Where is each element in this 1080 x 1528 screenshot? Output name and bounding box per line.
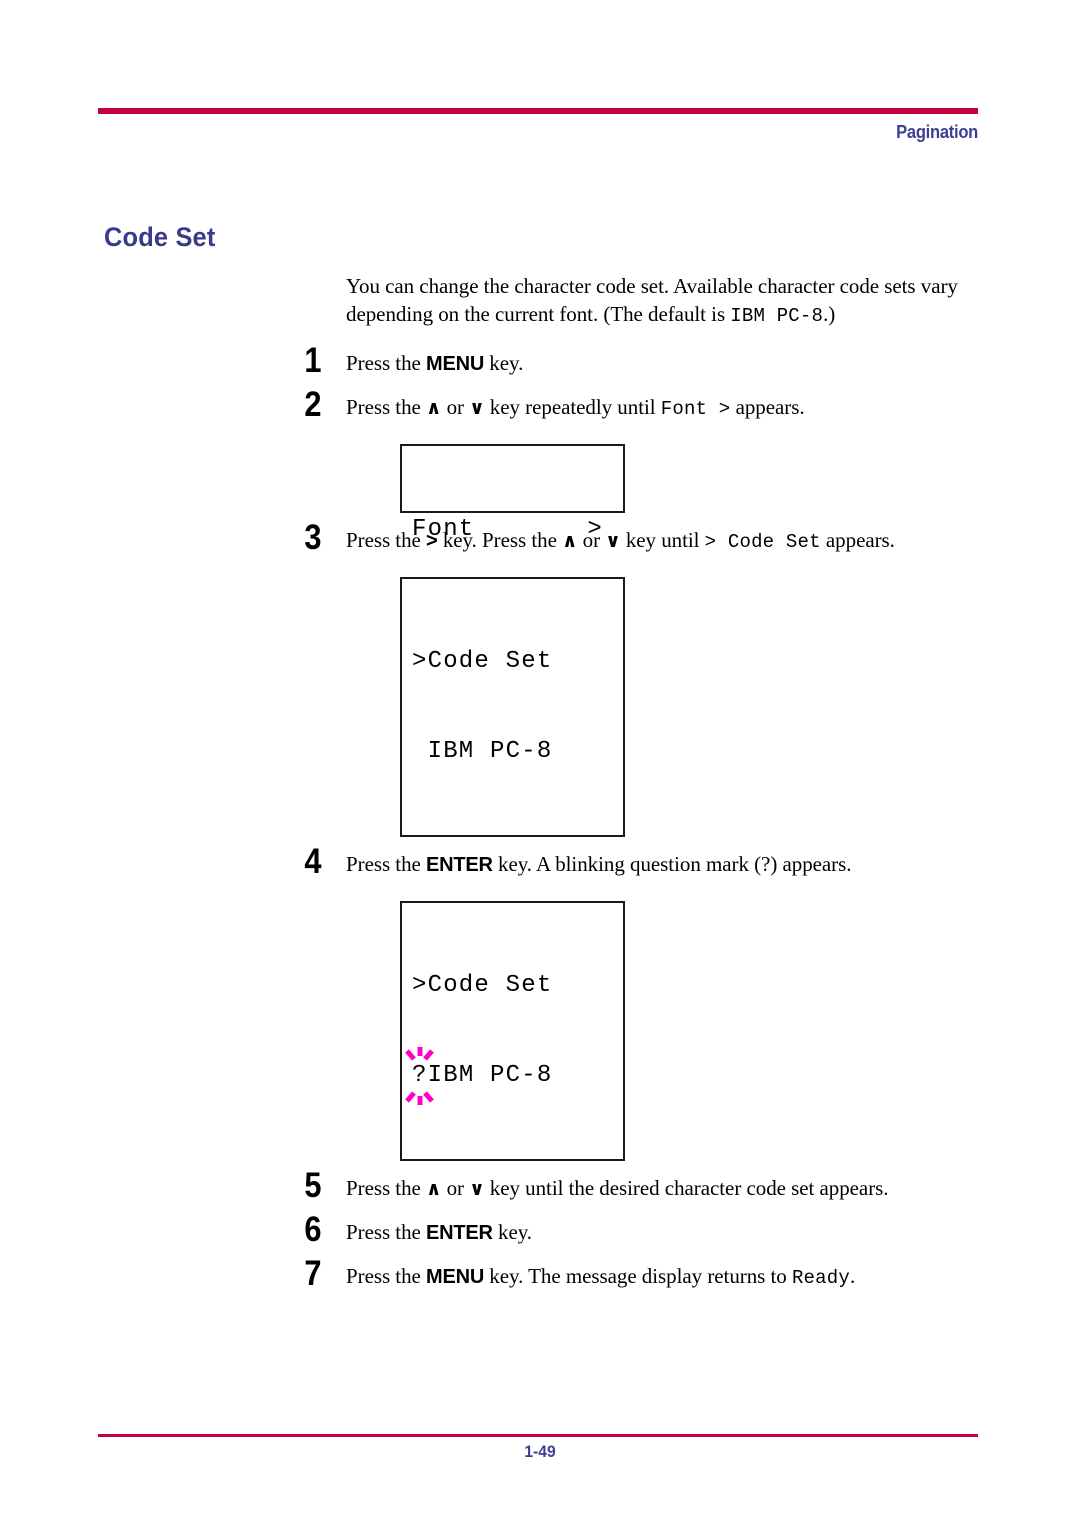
- step-text-run: .: [849, 1264, 856, 1288]
- blinking-question-mark: ?: [405, 1047, 434, 1105]
- key-name: ENTER: [426, 854, 493, 876]
- lcd-line: IBM PC-8: [412, 738, 553, 765]
- step-text-run: appears.: [730, 395, 805, 419]
- step-text-run: or: [441, 1176, 470, 1200]
- arrow-key-icon: ∨: [469, 1178, 485, 1200]
- intro-paragraph: You can change the character code set. A…: [346, 272, 986, 330]
- lcd-panel-code-set: >Code Set IBM PC-8: [400, 577, 625, 837]
- right-key-icon: >: [426, 530, 438, 552]
- step-number: 7: [304, 1254, 322, 1293]
- step-7: 7 Press the MENU key. The message displa…: [304, 1255, 986, 1303]
- step-text-run: Press the: [346, 852, 426, 876]
- lcd-panel-font-menu: Font >: [400, 444, 625, 543]
- step-text-run: key. A blinking question mark (?) appear…: [492, 852, 852, 876]
- display-literal: >: [704, 531, 728, 553]
- step-text-run: Press the: [346, 1264, 426, 1288]
- step-number: 2: [304, 385, 322, 424]
- intro-line-2-after: .): [823, 302, 836, 326]
- lcd-line-rest: IBM PC-8: [427, 1062, 553, 1089]
- step-text-run: appears.: [820, 528, 895, 552]
- step-number: 4: [304, 842, 322, 881]
- step-text-run: key until: [620, 528, 705, 552]
- step-number: 1: [304, 341, 322, 380]
- blink-char-glyph: ?: [412, 1062, 428, 1089]
- intro-line-2-before: depending on the current font. (The defa…: [346, 302, 731, 326]
- step-text-run: Press the: [346, 351, 426, 375]
- step-text-run: key. Press the: [437, 528, 563, 552]
- step-text-run: key. The message display returns to: [484, 1264, 792, 1288]
- step-text: Press the MENU key.: [346, 346, 986, 379]
- step-text: Press the MENU key. The message display …: [346, 1259, 986, 1293]
- step-5: 5 Press the ∧ or ∨ key until the desired…: [304, 1167, 986, 1215]
- arrow-key-icon: ∧: [562, 530, 578, 552]
- display-literal: >: [718, 398, 731, 420]
- running-head: Pagination: [896, 122, 978, 142]
- key-name: MENU: [426, 1266, 485, 1288]
- step-text: Press the ∧ or ∨ key repeatedly until Fo…: [346, 390, 986, 424]
- key-name: MENU: [426, 353, 485, 375]
- page-title: Code Set: [104, 222, 216, 252]
- lcd-line: ? IBM PC-8: [405, 1047, 623, 1105]
- display-literal: Ready: [791, 1267, 850, 1289]
- step-2: 2 Press the ∧ or ∨ key repeatedly until …: [304, 386, 986, 434]
- arrow-key-icon: ∧: [426, 397, 442, 419]
- step-1: 1 Press the MENU key.: [304, 342, 986, 390]
- step-text-run: key repeatedly until: [484, 395, 661, 419]
- step-text: Press the ENTER key. A blinking question…: [346, 847, 986, 880]
- intro-default-codeset: IBM PC-8: [730, 305, 824, 327]
- page-number: 1-49: [524, 1442, 556, 1461]
- step-number: 6: [304, 1210, 322, 1249]
- step-3: 3 Press the > key. Press the ∧ or ∨ key …: [304, 519, 986, 567]
- lcd-line: >Code Set: [412, 972, 553, 999]
- step-text-run: Press the: [346, 528, 426, 552]
- step-text-run: or: [577, 528, 606, 552]
- header-rule: [98, 108, 978, 114]
- footer-rule: [98, 1434, 978, 1437]
- step-text-run: Press the: [346, 395, 426, 419]
- lcd-panel-code-set-blinking: >Code Set ? IBM PC-8: [400, 901, 625, 1161]
- arrow-key-icon: ∧: [426, 1178, 442, 1200]
- step-number: 3: [304, 518, 322, 557]
- lcd-line: >Code Set: [412, 648, 553, 675]
- content-column: You can change the character code set. A…: [304, 272, 986, 1303]
- step-text-run: key.: [484, 351, 524, 375]
- step-text-run: Press the: [346, 1176, 426, 1200]
- step-text-run: or: [441, 395, 470, 419]
- arrow-key-icon: ∨: [469, 397, 485, 419]
- step-text: Press the ∧ or ∨ key until the desired c…: [346, 1171, 986, 1204]
- step-6: 6 Press the ENTER key.: [304, 1211, 986, 1259]
- key-name: ENTER: [426, 1222, 493, 1244]
- intro-line-1: You can change the character code set. A…: [346, 274, 958, 298]
- display-literal: Code Set: [727, 531, 821, 553]
- document-page: Pagination Code Set You can change the c…: [0, 0, 1080, 1528]
- arrow-key-icon: ∨: [605, 530, 621, 552]
- step-4: 4 Press the ENTER key. A blinking questi…: [304, 843, 986, 891]
- step-number: 5: [304, 1166, 322, 1205]
- step-text: Press the ENTER key.: [346, 1215, 986, 1248]
- step-text: Press the > key. Press the ∧ or ∨ key un…: [346, 523, 986, 557]
- display-literal: Font: [660, 398, 719, 420]
- step-text-run: key.: [492, 1220, 533, 1244]
- step-text-run: Press the: [346, 1220, 426, 1244]
- step-text-run: key until the desired character code set…: [484, 1176, 889, 1200]
